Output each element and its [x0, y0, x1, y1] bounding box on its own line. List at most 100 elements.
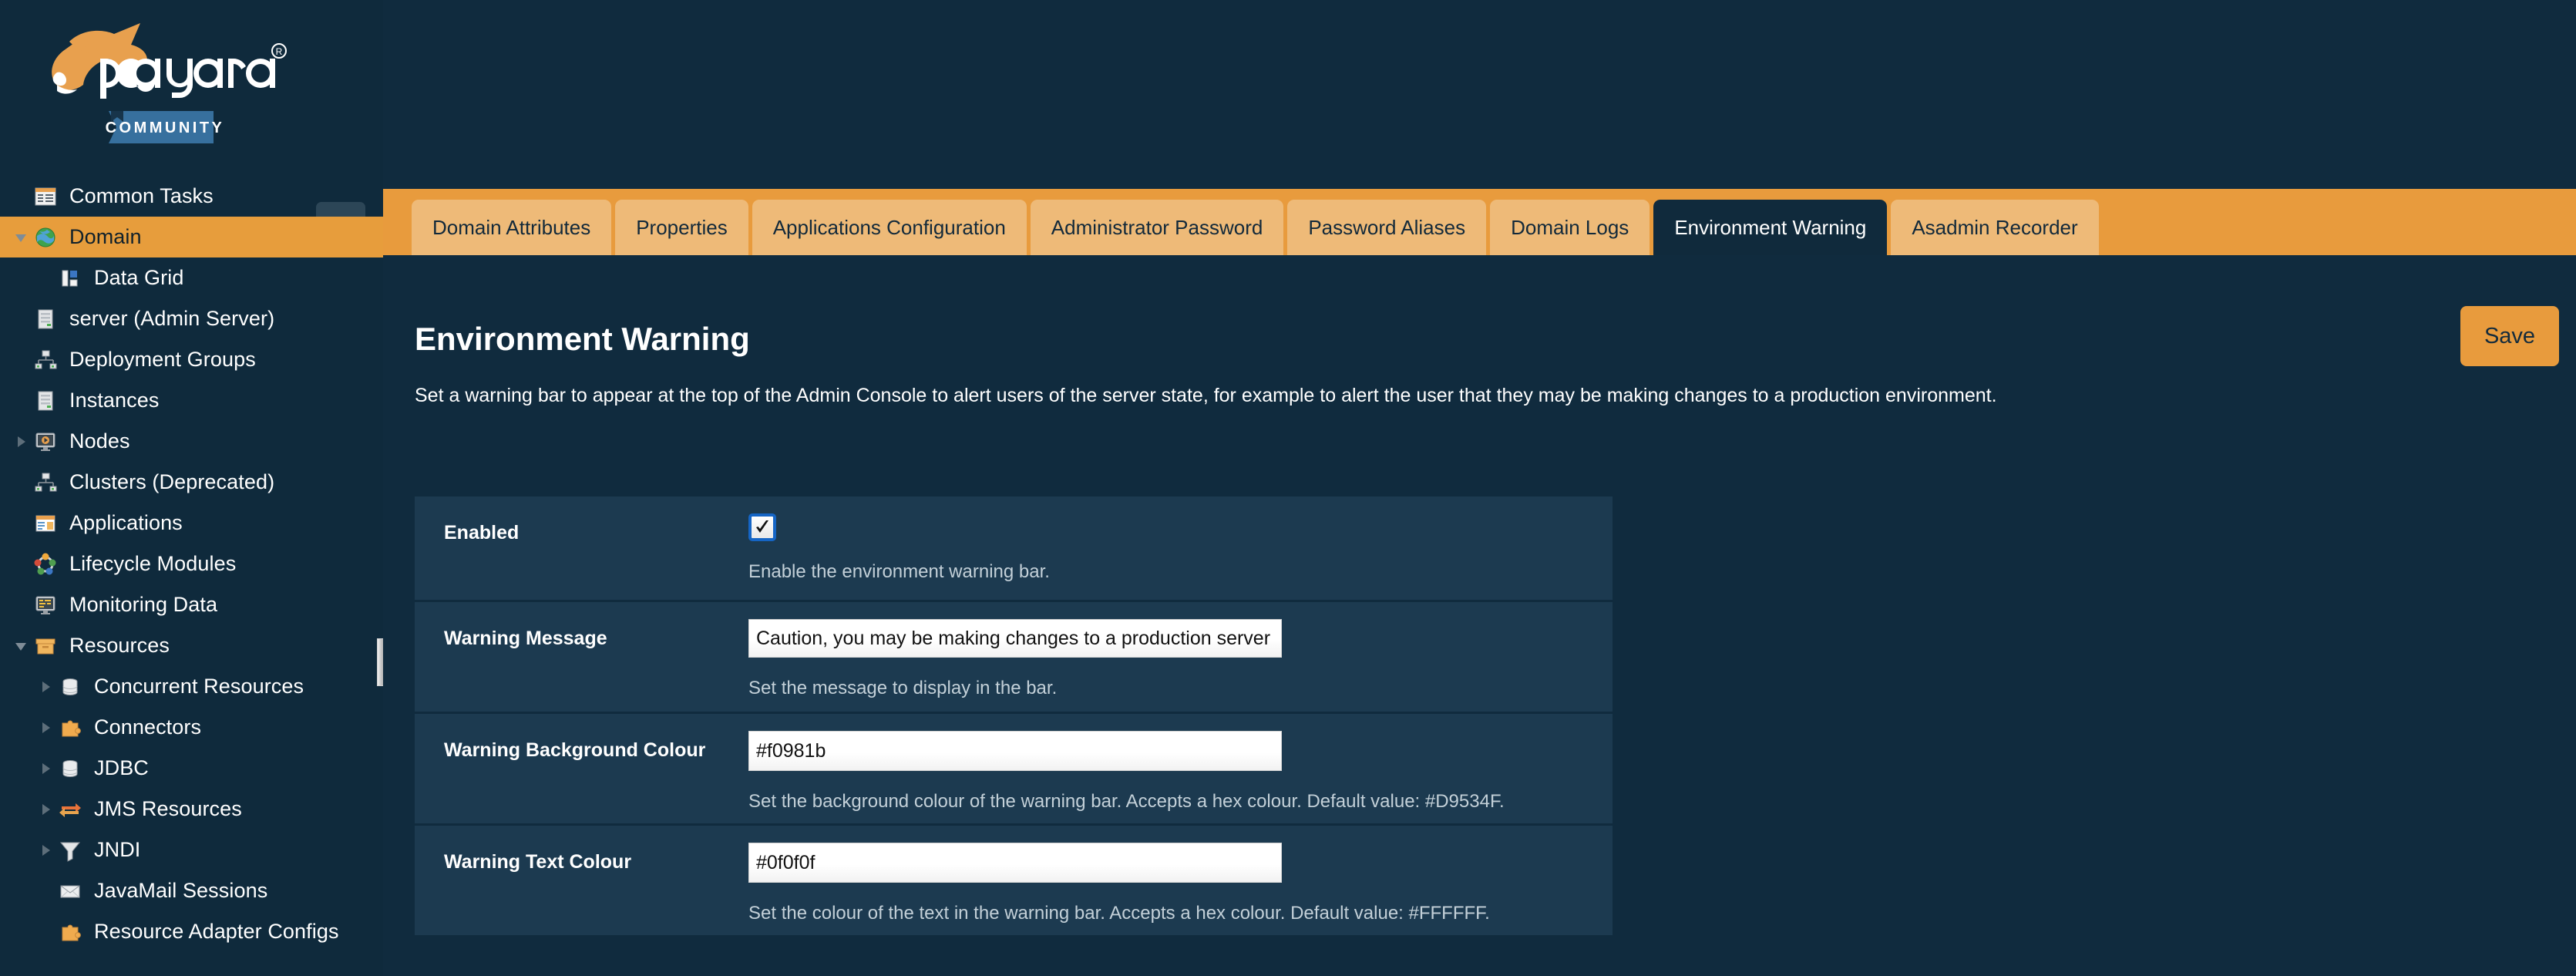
sidebar-item-lifecycle-modules[interactable]: Lifecycle Modules	[0, 544, 383, 584]
page-title: Environment Warning	[415, 321, 750, 357]
registered-mark-icon: R	[271, 43, 287, 59]
text-colour-input[interactable]	[748, 843, 1282, 883]
common-tasks-icon	[35, 187, 56, 205]
twisty-down-icon[interactable]	[13, 638, 29, 654]
sidebar-item-server-admin-server[interactable]: server (Admin Server)	[0, 298, 383, 339]
sidebar-item-nodes[interactable]: Nodes	[0, 421, 383, 462]
twisty-right-icon[interactable]	[13, 434, 29, 449]
cluster-icon	[31, 471, 60, 494]
node-monitor-icon	[31, 430, 60, 453]
envelope-icon	[55, 880, 85, 903]
puzzle-icon	[55, 716, 85, 739]
payara-wordmark	[100, 59, 275, 99]
tab-applications-configuration[interactable]: Applications Configuration	[752, 200, 1027, 255]
sidebar-item-instances[interactable]: Instances	[0, 380, 383, 421]
twisty-toggle[interactable]	[35, 720, 55, 735]
form-row-warning-message: Warning Message Set the message to displ…	[415, 602, 1613, 714]
applications-icon	[31, 512, 60, 535]
sidebar-item-resources[interactable]: Resources	[0, 625, 383, 666]
data-grid-icon	[62, 270, 78, 286]
background-colour-input[interactable]	[748, 731, 1282, 771]
warning-message-help: Set the message to display in the bar.	[748, 678, 1058, 698]
twisty-down-icon[interactable]	[13, 230, 29, 245]
sidebar-item-label: server (Admin Server)	[69, 307, 275, 330]
puzzle-icon	[55, 920, 85, 944]
sidebar-item-clusters-deprecated[interactable]: Clusters (Deprecated)	[0, 462, 383, 503]
tab-properties[interactable]: Properties	[615, 200, 748, 255]
monitoring-icon	[35, 596, 55, 614]
database-icon	[62, 678, 78, 695]
twisty-toggle[interactable]	[35, 761, 55, 776]
lifecycle-modules-icon	[31, 553, 60, 576]
sidebar-item-label: Monitoring Data	[69, 593, 218, 616]
sidebar-item-label: JNDI	[94, 838, 141, 861]
sidebar-item-jdbc[interactable]: JDBC	[0, 748, 383, 789]
sidebar-item-label: Domain	[69, 225, 142, 248]
sidebar-item-label: Deployment Groups	[69, 348, 256, 371]
globe-icon	[31, 226, 60, 249]
server-icon	[38, 391, 53, 410]
sidebar-tree[interactable]: Common Tasks Domain Data Grid server (Admin…	[0, 176, 383, 976]
resources-box-icon	[35, 638, 55, 654]
svg-text:R: R	[276, 46, 283, 57]
server-icon	[31, 389, 60, 412]
sidebar-item-data-grid[interactable]: Data Grid	[0, 257, 383, 298]
sidebar-item-common-tasks[interactable]: Common Tasks	[0, 176, 383, 217]
twisty-toggle[interactable]	[35, 802, 55, 817]
page-description: Set a warning bar to appear at the top o…	[415, 385, 1997, 406]
tab-administrator-password[interactable]: Administrator Password	[1030, 200, 1284, 255]
sidebar-item-monitoring-data[interactable]: Monitoring Data	[0, 584, 383, 625]
brand-logo-area: R COMMUNITY	[0, 0, 383, 176]
sidebar-item-jndi[interactable]: JNDI	[0, 830, 383, 870]
tab-asadmin-recorder[interactable]: Asadmin Recorder	[1891, 200, 2099, 255]
sidebar-scrollbar-thumb[interactable]	[377, 638, 383, 686]
lifecycle-modules-icon	[34, 553, 56, 574]
sidebar-item-label: Resource Adapter Configs	[94, 920, 339, 943]
form-row-background-colour: Warning Background Colour Set the backgr…	[415, 714, 1613, 826]
envelope-icon	[60, 885, 80, 897]
payara-logo: R COMMUNITY	[34, 14, 288, 153]
exchange-arrows-icon	[55, 798, 85, 821]
twisty-right-icon[interactable]	[38, 843, 53, 858]
tab-domain-attributes[interactable]: Domain Attributes	[412, 200, 612, 255]
server-icon	[31, 308, 60, 331]
sidebar-item-resource-adapter-configs[interactable]: Resource Adapter Configs	[0, 911, 383, 952]
twisty-right-icon[interactable]	[38, 720, 53, 735]
warning-message-input[interactable]	[748, 619, 1282, 658]
twisty-toggle[interactable]	[35, 843, 55, 858]
twisty-right-icon[interactable]	[38, 802, 53, 817]
twisty-toggle[interactable]	[11, 638, 31, 654]
sidebar-item-deployment-groups[interactable]: Deployment Groups	[0, 339, 383, 380]
tab-password-aliases[interactable]: Password Aliases	[1287, 200, 1487, 255]
twisty-toggle[interactable]	[11, 434, 31, 449]
cluster-icon	[35, 473, 57, 491]
common-tasks-icon	[31, 185, 60, 208]
data-grid-icon	[55, 267, 85, 290]
deployment-group-icon	[31, 348, 60, 372]
sidebar-item-applications[interactable]: Applications	[0, 503, 383, 544]
warning-message-label: Warning Message	[444, 628, 607, 649]
sidebar-item-javamail-sessions[interactable]: JavaMail Sessions	[0, 870, 383, 911]
twisty-toggle[interactable]	[35, 679, 55, 695]
twisty-toggle[interactable]	[11, 230, 31, 245]
twisty-right-icon[interactable]	[38, 679, 53, 695]
funnel-icon	[59, 842, 81, 862]
save-button[interactable]: Save	[2460, 306, 2559, 366]
tab-domain-logs[interactable]: Domain Logs	[1490, 200, 1650, 255]
funnel-icon	[55, 839, 85, 862]
database-icon	[62, 759, 78, 777]
sidebar-item-label: Resources	[69, 634, 170, 657]
environment-warning-form: Enabled Enable the environment warning b…	[415, 496, 1613, 937]
enabled-checkbox[interactable]	[748, 513, 776, 541]
text-colour-label: Warning Text Colour	[444, 851, 632, 873]
sidebar-item-jms-resources[interactable]: JMS Resources	[0, 789, 383, 830]
sidebar-item-label: Data Grid	[94, 266, 184, 289]
background-colour-label: Warning Background Colour	[444, 739, 706, 761]
sidebar-item-connectors[interactable]: Connectors	[0, 707, 383, 748]
tab-environment-warning[interactable]: Environment Warning	[1653, 200, 1888, 255]
monitoring-icon	[31, 594, 60, 617]
sidebar-item-domain[interactable]: Domain	[0, 217, 383, 257]
twisty-right-icon[interactable]	[38, 761, 53, 776]
sidebar-item-label: Concurrent Resources	[94, 675, 304, 698]
sidebar-item-concurrent-resources[interactable]: Concurrent Resources	[0, 666, 383, 707]
